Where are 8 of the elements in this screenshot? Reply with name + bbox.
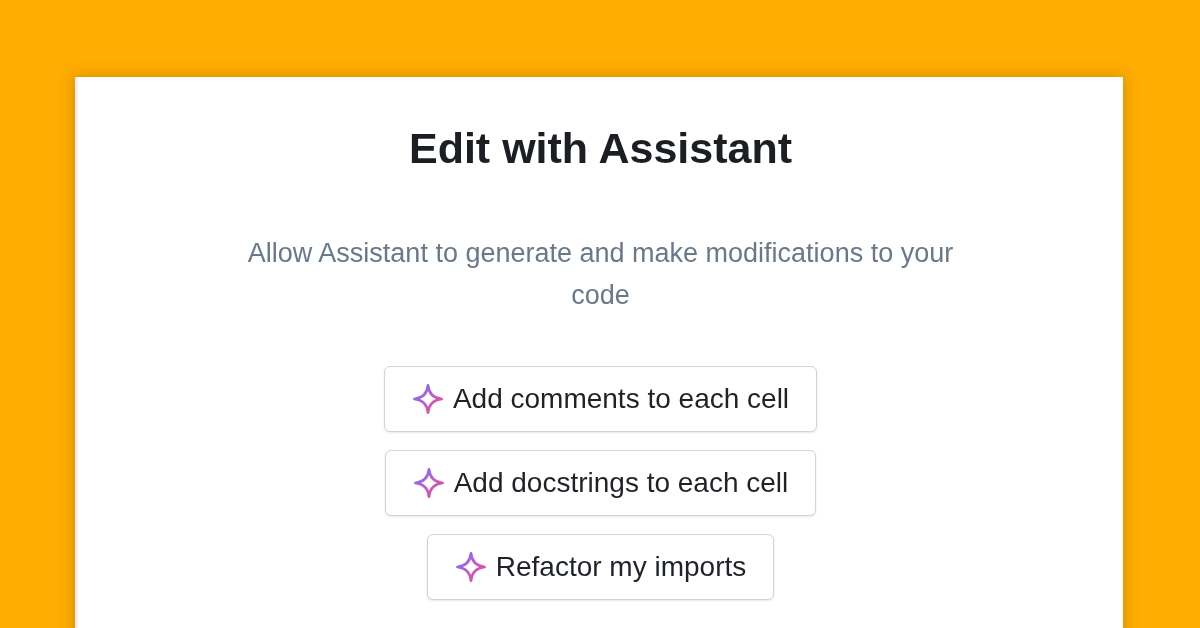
sparkle-icon xyxy=(412,384,443,414)
suggestion-button[interactable]: Add docstrings to each cell xyxy=(384,450,817,516)
sparkle-icon xyxy=(413,468,444,498)
dialog-description: Allow Assistant to generate and make modifications to your code xyxy=(246,237,955,312)
suggestion-button[interactable]: Refactor my imports xyxy=(426,534,775,600)
dialog-title: Edit with Assistant xyxy=(408,123,793,174)
suggestion-button[interactable]: Add comments to each cell xyxy=(383,366,818,432)
sparkle-icon xyxy=(455,552,486,582)
